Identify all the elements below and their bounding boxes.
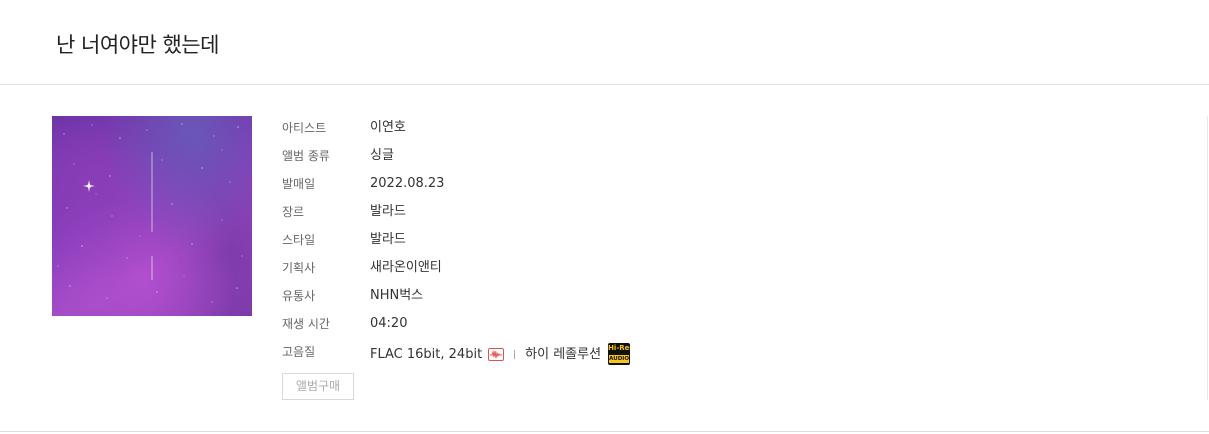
hires-badge-bottom: AUDIO — [609, 355, 630, 363]
hi-res-audio-icon: Hi-Res AUDIO — [608, 343, 631, 365]
info-label: 기획사 — [282, 261, 316, 275]
info-value: 새라온이앤티 — [370, 260, 442, 275]
album-cover[interactable] — [52, 116, 252, 316]
genre-link[interactable]: 발라드 — [370, 203, 406, 220]
info-value: NHN벅스 — [370, 288, 424, 303]
artist-link[interactable]: 이연호 — [370, 119, 406, 136]
info-label: 스타일 — [282, 233, 316, 247]
page-header: 난 너여야만 했는데 — [0, 0, 1209, 85]
info-label: 아티스트 — [282, 121, 327, 135]
quality-value: FLAC 16bit, 24bit 하이 레졸루션 Hi-Res AUDIO — [370, 343, 631, 365]
separator — [514, 349, 516, 359]
hires-badge-top: Hi-Res — [608, 344, 630, 352]
page-title: 난 너여야만 했는데 — [56, 33, 219, 57]
info-label: 고음질 — [282, 345, 316, 359]
info-label: 유통사 — [282, 289, 316, 303]
flac-text: FLAC 16bit, 24bit — [370, 346, 483, 362]
album-detail: 아티스트 이연호 앨범 종류 싱글 발매일 2022.08.23 장르 발라드 … — [0, 86, 1209, 432]
style-link[interactable]: 발라드 — [370, 231, 406, 248]
info-label: 발매일 — [282, 177, 316, 191]
buy-album-button[interactable]: 앨범구매 — [282, 373, 354, 400]
info-label: 재생 시간 — [282, 317, 330, 331]
info-value: 04:20 — [370, 316, 408, 331]
info-label: 앨범 종류 — [282, 149, 330, 163]
info-value: 싱글 — [370, 148, 394, 163]
waveform-icon — [488, 347, 505, 361]
hires-text: 하이 레졸루션 — [525, 346, 602, 362]
info-value: 2022.08.23 — [370, 176, 445, 191]
divider — [0, 431, 1209, 432]
cover-art — [57, 123, 243, 303]
info-label: 장르 — [282, 205, 305, 219]
divider — [1207, 116, 1208, 400]
